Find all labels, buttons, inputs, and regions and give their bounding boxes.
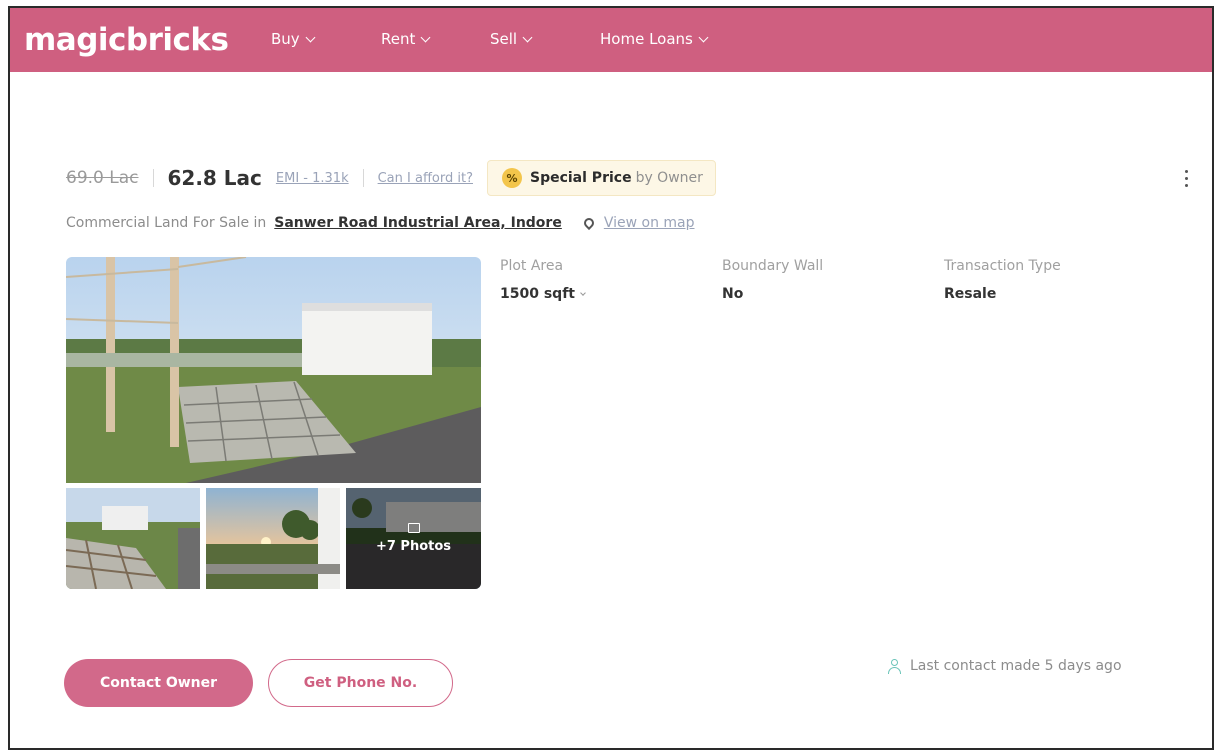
current-price: 62.8 Lac (167, 166, 262, 190)
spec-value-text: 1500 sqft (500, 286, 575, 302)
nav-home-loans-label: Home Loans (600, 30, 693, 48)
nav-buy[interactable]: Buy (271, 30, 316, 48)
contact-owner-button[interactable]: Contact Owner (64, 659, 253, 707)
percent-icon: % (501, 168, 522, 188)
nav-rent[interactable]: Rent (381, 30, 431, 48)
last-contact-text: Last contact made 5 days ago (910, 658, 1122, 674)
price-row: 69.0 Lac 62.8 Lac EMI - 1.31k Can I affo… (66, 158, 1196, 198)
thumbnail-photo-more[interactable]: +7 Photos (346, 488, 481, 589)
old-price: 69.0 Lac (66, 168, 139, 188)
chevron-down-icon (420, 32, 431, 42)
spec-plot-area: Plot Area 1500 sqft (500, 258, 586, 302)
special-price-badge: % Special Price by Owner (486, 160, 716, 196)
listing-type-text: Commercial Land For Sale in (66, 215, 267, 231)
divider (362, 169, 364, 187)
spec-value: No (722, 286, 744, 302)
top-navbar: magicbricks Buy Rent Sell Home Loans (10, 8, 1212, 72)
nav-buy-label: Buy (271, 30, 300, 48)
spec-boundary-wall: Boundary Wall No (722, 258, 823, 302)
location-pin-icon (581, 215, 596, 231)
listing-card-frame: magicbricks Buy Rent Sell Home Loans 69.… (8, 6, 1214, 750)
listing-title: Commercial Land For Sale in Sanwer Road … (66, 215, 695, 231)
chevron-down-icon (522, 32, 533, 42)
locality-link[interactable]: Sanwer Road Industrial Area, Indore (274, 215, 562, 231)
divider (152, 169, 154, 187)
main-photo[interactable] (66, 257, 481, 483)
spec-transaction-type: Transaction Type Resale (944, 258, 1061, 302)
spec-label: Boundary Wall (722, 258, 824, 274)
afford-link[interactable]: Can I afford it? (378, 171, 473, 186)
site-logo[interactable]: magicbricks (24, 22, 229, 58)
nav-home-loans[interactable]: Home Loans (600, 30, 709, 48)
last-contact-info: Last contact made 5 days ago (886, 658, 1122, 674)
person-icon (886, 658, 902, 674)
chevron-down-icon (305, 32, 316, 42)
get-phone-button[interactable]: Get Phone No. (268, 659, 453, 707)
view-on-map-link[interactable]: View on map (604, 215, 695, 231)
more-photos-label: +7 Photos (375, 539, 452, 554)
chevron-down-icon (698, 32, 709, 42)
special-price-label: Special Price (529, 170, 632, 186)
emi-link[interactable]: EMI - 1.31k (276, 171, 349, 186)
spec-value[interactable]: 1500 sqft (500, 286, 586, 302)
thumbnail-photo[interactable] (66, 488, 200, 589)
more-options-icon[interactable] (1176, 164, 1196, 192)
spec-label: Transaction Type (944, 258, 1061, 274)
nav-rent-label: Rent (381, 30, 416, 48)
thumbnail-photo[interactable] (206, 488, 340, 589)
nav-sell-label: Sell (490, 30, 518, 48)
nav-sell[interactable]: Sell (490, 30, 533, 48)
spec-value: Resale (944, 286, 997, 302)
more-photos-overlay[interactable]: +7 Photos (346, 488, 481, 589)
chevron-down-icon[interactable] (580, 289, 586, 296)
special-price-by: by Owner (635, 170, 703, 186)
gallery-icon (407, 523, 420, 533)
spec-label: Plot Area (500, 258, 564, 274)
